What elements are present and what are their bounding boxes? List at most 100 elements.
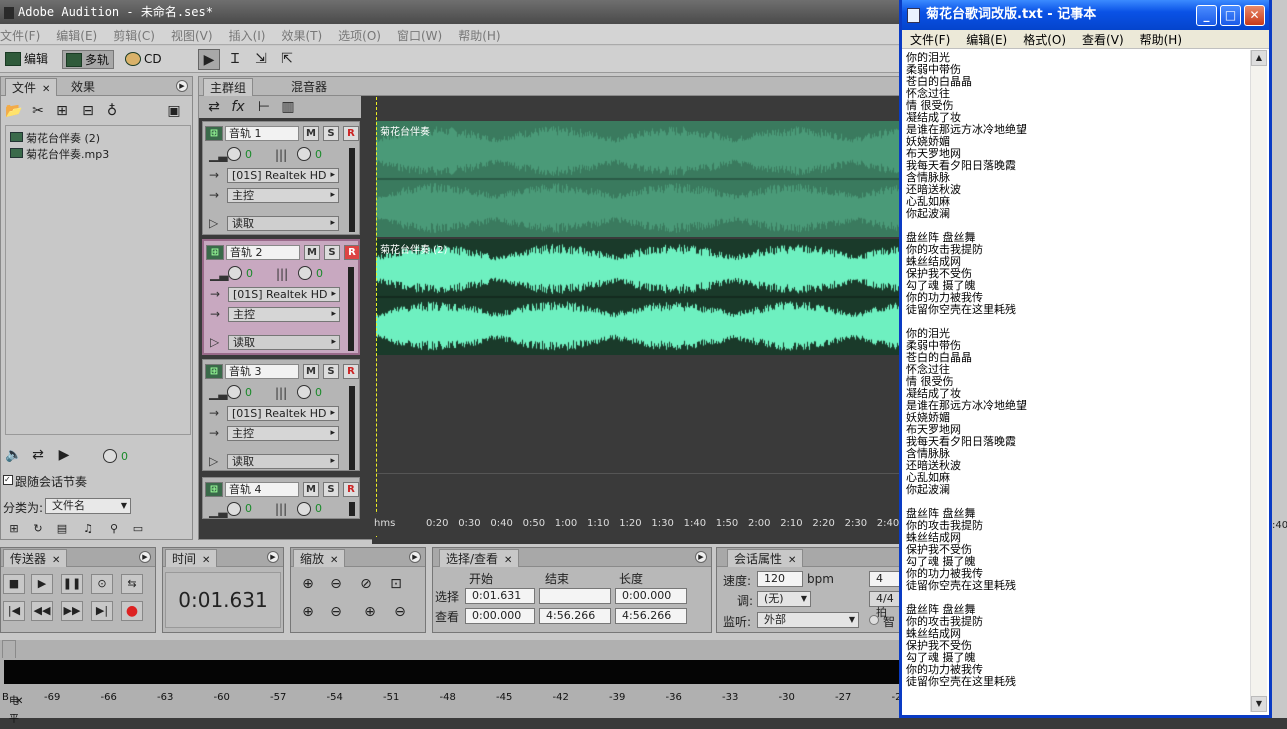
pan-knob[interactable] (297, 385, 311, 399)
fast-forward-button[interactable]: ▶▶ (61, 601, 83, 621)
autoplay-icon[interactable]: ♁ (101, 101, 123, 121)
zoom-out-horizontal-icon[interactable]: ⊖ (325, 574, 347, 594)
zoom-in-horizontal-icon[interactable]: ⊕ (297, 574, 319, 594)
close-icon[interactable]: ✕ (202, 555, 210, 566)
time-selection-tool-button[interactable]: Ɪ (224, 49, 246, 70)
show-video-icon[interactable]: ▤ (51, 519, 73, 539)
menu-edit[interactable]: 编辑(E) (56, 24, 103, 44)
loop-play-button[interactable]: ⇆ (121, 574, 143, 594)
play-preview-icon[interactable]: ▶ (53, 445, 75, 465)
solo-button[interactable]: S (323, 126, 339, 141)
insert-cd-icon[interactable]: ⊟ (77, 101, 99, 121)
np-menu-format[interactable]: 格式(O) (1015, 30, 1074, 48)
solo-button[interactable]: S (323, 364, 339, 379)
view-options-icon[interactable]: ▣ (163, 101, 185, 121)
selection-length-field[interactable]: 0:00.000 (615, 588, 687, 604)
zoom-left-edge-icon[interactable]: ⊕ (297, 602, 319, 622)
view-length-field[interactable]: 4:56.266 (615, 608, 687, 624)
fx-icon[interactable]: fx (227, 97, 249, 117)
solo-button[interactable]: S (324, 245, 340, 260)
panel-menu-icon[interactable]: ▶ (409, 551, 421, 563)
clip-track-2[interactable]: 菊花台伴奏 (2) (376, 239, 902, 355)
bus-select[interactable]: 主控 (227, 426, 339, 441)
automation-mode-select[interactable]: 读取 (227, 216, 339, 231)
panel-menu-icon[interactable]: ▶ (695, 551, 707, 563)
track-name-field[interactable]: 音轨 3 (225, 364, 299, 379)
automation-mode-select[interactable]: 读取 (227, 454, 339, 469)
search-icon[interactable]: ⚲ (103, 519, 125, 539)
menu-clip[interactable]: 剪辑(C) (113, 24, 161, 44)
track-name-field[interactable]: 音轨 2 (226, 245, 300, 260)
record-button[interactable]: ● (121, 601, 143, 621)
mute-button[interactable]: M (303, 364, 319, 379)
panel-menu-icon[interactable]: ▶ (176, 80, 188, 92)
bus-select[interactable]: 主控 (227, 188, 339, 203)
switch-icon[interactable]: ⇄ (203, 97, 225, 117)
tempo-field[interactable]: 120 (757, 571, 803, 587)
mute-button[interactable]: M (303, 126, 319, 141)
sort-select[interactable]: 文件名 ▼ (45, 498, 131, 514)
panel-menu-icon[interactable]: ▶ (139, 551, 151, 563)
record-arm-button[interactable]: R (343, 126, 359, 141)
zoom-out-vertical-icon[interactable]: ⊖ (389, 602, 411, 622)
stop-button[interactable]: ■ (3, 574, 25, 594)
menu-effects[interactable]: 效果(T) (281, 24, 328, 44)
record-arm-button[interactable]: R (343, 482, 359, 497)
go-to-start-button[interactable]: |◀ (3, 601, 25, 621)
tab-main-group[interactable]: 主群组 (203, 78, 254, 96)
notepad-text-area[interactable]: 你的泪光 柔弱中带伤 苍白的白晶晶 怀念过往 情 很受伤 凝结成了妆 是谁在那远… (906, 52, 1246, 702)
selection-start-field[interactable]: 0:01.631 (465, 588, 535, 604)
pan-knob[interactable] (297, 147, 311, 161)
file-item[interactable]: 菊花台伴奏.mp3 (10, 146, 109, 162)
volume-icon[interactable]: 🔈 (3, 445, 25, 465)
tab-zoom[interactable]: 缩放 ✕ (293, 549, 346, 567)
view-end-field[interactable]: 4:56.266 (539, 608, 611, 624)
show-loops-icon[interactable]: ↻ (27, 519, 49, 539)
track-name-field[interactable]: 音轨 1 (225, 126, 299, 141)
expand-icon[interactable]: ▷ (210, 335, 219, 349)
go-to-end-button[interactable]: ▶| (91, 601, 113, 621)
follow-tempo-checkbox[interactable]: ✓ (3, 475, 13, 485)
close-icon[interactable]: ✕ (330, 555, 338, 566)
mute-button[interactable]: M (304, 245, 320, 260)
menu-view[interactable]: 视图(V) (171, 24, 219, 44)
tab-effects[interactable]: 效果 (65, 78, 101, 96)
volume-knob[interactable] (227, 502, 241, 516)
panel-menu-icon[interactable]: ▶ (267, 551, 279, 563)
close-button[interactable]: ✕ (1244, 5, 1265, 26)
record-arm-button[interactable]: R (343, 364, 359, 379)
zoom-in-vertical-icon[interactable]: ⊕ (359, 602, 381, 622)
record-arm-button[interactable]: R (344, 245, 360, 260)
tab-selection-view[interactable]: 选择/查看 ✕ (439, 549, 520, 567)
menu-options[interactable]: 选项(O) (338, 24, 387, 44)
np-menu-file[interactable]: 文件(F) (902, 30, 958, 48)
preview-volume-knob[interactable] (103, 449, 117, 463)
menu-help[interactable]: 帮助(H) (458, 24, 506, 44)
play-button[interactable]: ▶ (31, 574, 53, 594)
maximize-button[interactable]: □ (1220, 5, 1241, 26)
move-tool-button[interactable]: ▶ (198, 49, 220, 70)
selection-end-field[interactable] (539, 588, 611, 604)
close-icon[interactable]: ✕ (52, 555, 60, 566)
scroll-up-icon[interactable]: ▲ (1251, 50, 1267, 66)
np-menu-edit[interactable]: 编辑(E) (958, 30, 1015, 48)
show-audio-icon[interactable]: ⊞ (3, 519, 25, 539)
zoom-right-edge-icon[interactable]: ⊖ (325, 602, 347, 622)
mode-edit-button[interactable]: 编辑 (2, 50, 52, 69)
scroll-down-icon[interactable]: ▼ (1251, 696, 1267, 712)
tab-time[interactable]: 时间 ✕ (165, 549, 218, 567)
mode-cd-button[interactable]: CD (122, 50, 166, 69)
scrub-tool-button[interactable]: ⇱ (276, 49, 298, 70)
sends-icon[interactable]: ⊢ (253, 97, 275, 117)
monitor-select[interactable]: 外部 ▼ (757, 612, 859, 628)
time-signature-select[interactable]: 4/4 拍 (869, 591, 901, 619)
pan-knob[interactable] (297, 502, 311, 516)
view-icon[interactable]: ▭ (127, 519, 149, 539)
output-select[interactable]: [01S] Realtek HD (227, 406, 339, 421)
pan-knob[interactable] (298, 266, 312, 280)
file-item[interactable]: 菊花台伴奏 (2) (10, 130, 100, 146)
hybrid-tool-button[interactable]: ⇲ (250, 49, 272, 70)
close-icon[interactable]: ✕ (15, 693, 23, 711)
clip-track-1[interactable]: 菊花台伴奏 (376, 121, 902, 237)
volume-knob[interactable] (227, 385, 241, 399)
